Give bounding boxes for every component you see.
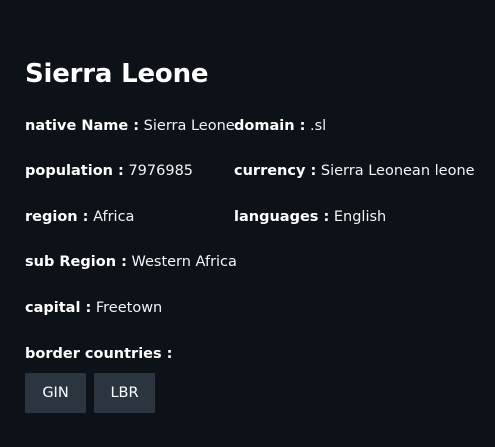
region-label: region : bbox=[25, 209, 89, 225]
population-label: population : bbox=[25, 163, 124, 179]
sub-region-value: Western Africa bbox=[131, 254, 237, 270]
languages-label: languages : bbox=[234, 209, 330, 225]
country-detail-page: Sierra Leone native Name : Sierra Leone … bbox=[0, 0, 495, 447]
currency-field: currency : Sierra Leonean leone bbox=[234, 161, 475, 181]
border-countries-label: border countries : bbox=[25, 346, 173, 362]
border-countries-list: GIN LBR bbox=[25, 373, 155, 413]
capital-label: capital : bbox=[25, 300, 92, 316]
sub-region-label: sub Region : bbox=[25, 254, 127, 270]
country-title: Sierra Leone bbox=[25, 59, 209, 89]
population-field: population : 7976985 bbox=[25, 161, 193, 181]
capital-value: Freetown bbox=[95, 300, 163, 316]
population-value: 7976985 bbox=[128, 163, 194, 179]
region-field: region : Africa bbox=[25, 207, 134, 227]
currency-value: Sierra Leonean leone bbox=[320, 163, 475, 179]
currency-label: currency : bbox=[234, 163, 317, 179]
domain-value: .sl bbox=[309, 118, 327, 134]
sub-region-field: sub Region : Western Africa bbox=[25, 252, 237, 272]
capital-field: capital : Freetown bbox=[25, 298, 162, 318]
domain-label: domain : bbox=[234, 118, 306, 134]
border-country-button-gin[interactable]: GIN bbox=[25, 373, 86, 413]
native-name-field: native Name : Sierra Leone bbox=[25, 116, 235, 136]
border-country-button-lbr[interactable]: LBR bbox=[94, 373, 155, 413]
languages-value: English bbox=[333, 209, 387, 225]
domain-field: domain : .sl bbox=[234, 116, 326, 136]
languages-field: languages : English bbox=[234, 207, 386, 227]
region-value: Africa bbox=[93, 209, 135, 225]
native-name-value: Sierra Leone bbox=[143, 118, 235, 134]
native-name-label: native Name : bbox=[25, 118, 140, 134]
